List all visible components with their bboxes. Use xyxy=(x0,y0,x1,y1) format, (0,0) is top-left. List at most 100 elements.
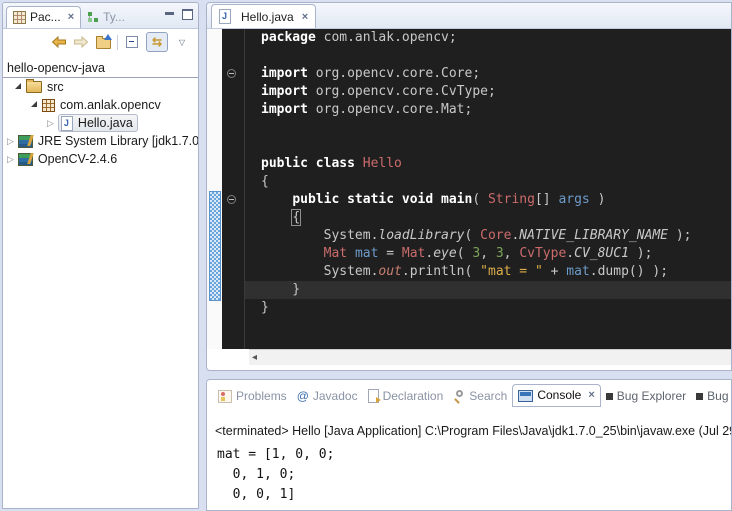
tab-label: Ty... xyxy=(103,10,125,24)
package-explorer-icon xyxy=(13,11,26,24)
twisty-collapsed-icon[interactable]: ▷ xyxy=(7,154,14,165)
console-tab-console[interactable]: Console × xyxy=(512,384,600,407)
package-explorer-tree: hello-opencv-java src com.anlak.opencv ▷ Hel… xyxy=(3,59,198,168)
code-token: . xyxy=(566,246,574,261)
code-line: import org.opencv.core.CvType; xyxy=(261,83,731,101)
code-token: Mat xyxy=(402,246,425,261)
collapse-all-icon xyxy=(126,36,138,48)
code-token: ) xyxy=(590,192,606,207)
link-with-editor-button[interactable]: ⇆ xyxy=(146,32,168,52)
code-line xyxy=(261,47,731,65)
code-token: ( xyxy=(465,228,481,243)
twisty-collapsed-icon[interactable]: ▷ xyxy=(47,118,54,129)
maximize-icon[interactable] xyxy=(182,9,193,20)
console-tab-bug[interactable]: Bug xyxy=(691,386,732,407)
code-token: 3 xyxy=(472,246,480,261)
problems-icon xyxy=(218,390,232,403)
close-icon[interactable]: × xyxy=(68,12,74,22)
package-explorer-toolbar: ⇆ ▽ xyxy=(3,29,198,55)
forward-arrow-icon xyxy=(73,36,89,48)
forward-button[interactable] xyxy=(73,33,89,51)
console-tab-bug-explorer[interactable]: Bug Explorer xyxy=(601,386,691,407)
close-icon[interactable]: × xyxy=(302,12,308,22)
tree-item-label: hello-opencv-java xyxy=(7,61,105,75)
code-token: package xyxy=(261,30,316,45)
code-token: public class xyxy=(261,156,355,171)
scroll-left-arrow-icon[interactable]: ◂ xyxy=(249,352,257,363)
editor-content: package com.anlak.opencv; import org.open… xyxy=(207,29,731,349)
tree-item-label: com.anlak.opencv xyxy=(60,98,161,112)
tree-item-src[interactable]: src xyxy=(3,78,198,96)
back-button[interactable] xyxy=(51,33,67,51)
code-editor[interactable]: package com.anlak.opencv; import org.open… xyxy=(222,29,731,349)
package-icon xyxy=(42,99,55,112)
code-token: NATIVE_LIBRARY_NAME xyxy=(519,228,668,243)
code-line xyxy=(261,335,731,349)
horizontal-scrollbar[interactable]: ◂ xyxy=(249,349,731,365)
tree-item-label: OpenCV-2.4.6 xyxy=(38,152,117,166)
code-token: org.opencv.core.Core; xyxy=(308,66,480,81)
code-token: org.opencv.core.CvType; xyxy=(308,84,496,99)
console-tab-search[interactable]: Search xyxy=(448,386,512,407)
tree-item-label: JRE System Library [jdk1.7.0 xyxy=(38,134,199,148)
tab-label: Declaration xyxy=(383,389,444,403)
editor-panel: Hello.java × package com.anlak.opencv; im… xyxy=(206,2,732,371)
console-panel: Problems@JavadocDeclarationSearchConsole… xyxy=(206,379,732,511)
tree-item-com-anlak-opencv[interactable]: com.anlak.opencv xyxy=(3,96,198,114)
code-token: "mat = " xyxy=(480,264,543,279)
code-token xyxy=(347,246,355,261)
go-into-button[interactable] xyxy=(95,33,111,51)
javadoc-icon: @ xyxy=(297,390,309,402)
code-token: = xyxy=(378,246,401,261)
minimize-icon[interactable] xyxy=(165,12,174,18)
collapse-all-button[interactable] xyxy=(124,33,140,51)
code-token: loadLibrary xyxy=(378,228,464,243)
console-tab-javadoc[interactable]: @Javadoc xyxy=(292,386,363,407)
code-token xyxy=(261,246,324,261)
code-line: { xyxy=(261,209,731,227)
code-line: { xyxy=(261,173,731,191)
tab-package-explorer[interactable]: Pac... × xyxy=(6,6,81,28)
fold-collapse-icon[interactable] xyxy=(227,195,236,204)
tree-item-project-root[interactable]: hello-opencv-java xyxy=(3,59,198,78)
code-token: CvType xyxy=(519,246,566,261)
twisty-expanded-icon[interactable] xyxy=(15,83,21,89)
code-token: , xyxy=(480,246,496,261)
toolbar-separator xyxy=(117,35,118,50)
declaration-icon xyxy=(368,389,379,403)
tree-selection: Hello.java xyxy=(58,114,138,132)
range-indicator xyxy=(209,191,221,301)
code-token: import xyxy=(261,102,308,117)
search-icon xyxy=(453,390,465,402)
code-token: com.anlak.opencv; xyxy=(316,30,457,45)
tab-label: Pac... xyxy=(30,10,61,24)
tab-type-hierarchy[interactable]: Ty... xyxy=(81,7,131,28)
tab-label: Console xyxy=(537,388,581,402)
fold-collapse-icon[interactable] xyxy=(227,69,236,78)
tree-item-hello-java[interactable]: ▷ Hello.java xyxy=(3,114,198,132)
tree-item-opencv-246[interactable]: ▷ OpenCV-2.4.6 xyxy=(3,150,198,168)
console-tab-declaration[interactable]: Declaration xyxy=(363,386,449,407)
code-token: System. xyxy=(261,264,378,279)
view-menu-button[interactable]: ▽ xyxy=(174,33,190,51)
code-token: { xyxy=(261,174,269,189)
editor-tabbar: Hello.java × xyxy=(207,3,731,29)
console-output[interactable]: mat = [1, 0, 0; 0, 1, 0; 0, 0, 1] xyxy=(217,445,334,505)
package-explorer-panel: Pac... × Ty... ⇆ ▽ hello xyxy=(2,2,199,509)
code-area[interactable]: package com.anlak.opencv; import org.open… xyxy=(245,29,731,349)
code-line: public class Hello xyxy=(261,155,731,173)
code-token: System. xyxy=(261,228,378,243)
code-token: ); xyxy=(629,246,652,261)
console-tab-problems[interactable]: Problems xyxy=(213,386,292,407)
source-folder-icon xyxy=(26,81,42,93)
twisty-collapsed-icon[interactable]: ▷ xyxy=(7,136,14,147)
code-token: [] xyxy=(535,192,558,207)
tree-item-jre-system-library[interactable]: ▷ JRE System Library [jdk1.7.0 xyxy=(3,132,198,150)
code-line: package com.anlak.opencv; xyxy=(261,29,731,47)
tab-hello-java[interactable]: Hello.java × xyxy=(211,4,316,28)
twisty-expanded-icon[interactable] xyxy=(31,101,37,107)
code-token: ( xyxy=(457,246,473,261)
java-file-icon xyxy=(61,116,73,131)
close-icon[interactable]: × xyxy=(588,390,594,400)
console-view: <terminated> Hello [Java Application] C:… xyxy=(207,407,731,511)
